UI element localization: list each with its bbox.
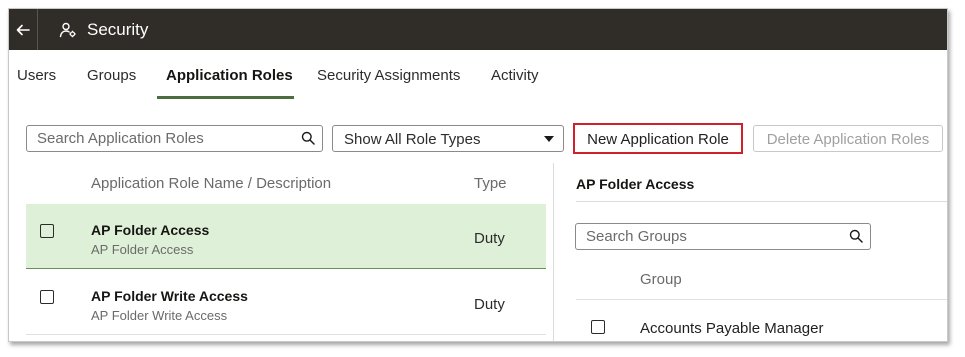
new-application-role-label: New Application Role xyxy=(587,131,729,148)
role-type: Duty xyxy=(474,230,505,247)
panel-divider xyxy=(553,163,554,341)
security-window: Security Users Groups Application Roles … xyxy=(8,8,948,342)
role-type-select-value: Show All Role Types xyxy=(344,131,481,148)
page-title: Security xyxy=(87,20,149,39)
row-checkbox[interactable] xyxy=(40,290,54,304)
role-search-input[interactable] xyxy=(27,126,292,151)
back-button[interactable] xyxy=(9,9,38,50)
tab-users[interactable]: Users xyxy=(17,67,56,84)
column-header-type[interactable]: Type xyxy=(474,175,507,192)
group-row-checkbox[interactable] xyxy=(591,320,605,334)
group-search-box xyxy=(575,223,871,250)
active-tab-indicator xyxy=(157,96,294,99)
role-name: AP Folder Write Access xyxy=(91,288,248,304)
caret-down-icon xyxy=(544,136,554,142)
tab-security-assignments[interactable]: Security Assignments xyxy=(317,67,460,84)
tab-application-roles[interactable]: Application Roles xyxy=(166,67,293,84)
detail-panel-divider xyxy=(576,201,947,202)
detail-panel-title: AP Folder Access xyxy=(576,176,695,192)
tab-activity[interactable]: Activity xyxy=(491,67,539,84)
search-icon[interactable] xyxy=(849,229,863,243)
group-search-input[interactable] xyxy=(576,224,841,249)
role-description: AP Folder Access xyxy=(91,242,194,257)
role-type-select[interactable]: Show All Role Types xyxy=(332,125,564,152)
role-name: AP Folder Access xyxy=(91,222,210,238)
table-row[interactable]: AP Folder Write Access AP Folder Write A… xyxy=(26,270,546,335)
role-description: AP Folder Write Access xyxy=(91,308,228,323)
row-divider xyxy=(26,334,546,335)
app-header: Security xyxy=(9,9,947,50)
delete-application-roles-label: Delete Application Roles xyxy=(766,131,930,148)
group-header-divider xyxy=(576,299,947,300)
new-application-role-button[interactable]: New Application Role xyxy=(573,123,743,154)
users-gear-icon xyxy=(59,22,76,38)
table-row[interactable]: AP Folder Access AP Folder Access Duty xyxy=(26,204,546,269)
row-checkbox[interactable] xyxy=(40,224,54,238)
search-icon[interactable] xyxy=(301,131,315,145)
role-search-box xyxy=(26,125,323,152)
tab-groups[interactable]: Groups xyxy=(87,67,136,84)
column-header-name[interactable]: Application Role Name / Description xyxy=(91,175,331,192)
role-type: Duty xyxy=(474,296,505,313)
delete-application-roles-button[interactable]: Delete Application Roles xyxy=(753,125,943,152)
arrow-left-icon xyxy=(16,24,30,35)
tab-bar: Users Groups Application Roles Security … xyxy=(9,50,947,100)
group-name: Accounts Payable Manager xyxy=(640,320,824,337)
column-header-group[interactable]: Group xyxy=(640,271,682,288)
